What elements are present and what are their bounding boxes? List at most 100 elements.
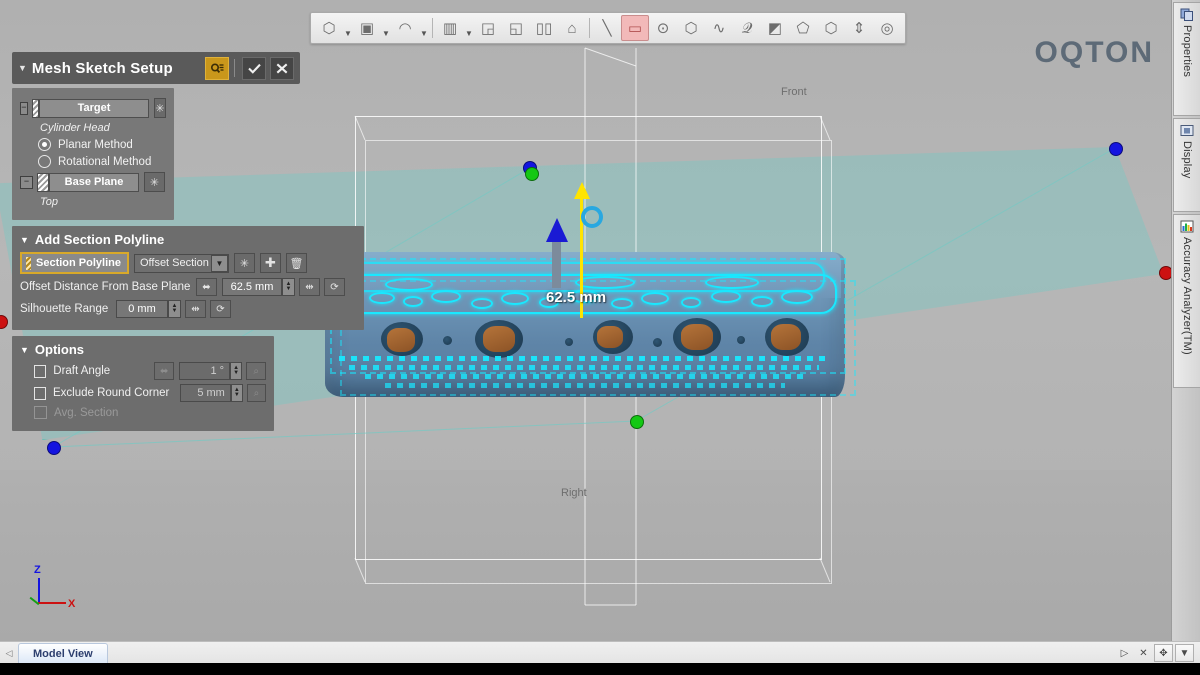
section-polyline-chip[interactable]: Section Polyline bbox=[20, 252, 129, 274]
plane-handle-bottom-left[interactable] bbox=[47, 441, 61, 455]
exclude-round-corner-row[interactable]: Exclude Round Corner 5 mm ▲ ▼ ⌕ bbox=[34, 384, 266, 402]
collapse-chevron-icon[interactable]: ▼ bbox=[18, 63, 27, 73]
rotational-method-radio[interactable] bbox=[38, 155, 51, 168]
plane-handle-bottom-center[interactable] bbox=[630, 415, 644, 429]
box-primitive-tool[interactable]: ▣ bbox=[353, 15, 381, 41]
offset-distance-input[interactable]: 62.5 mm bbox=[222, 278, 282, 296]
section-polyline-chip-label: Section Polyline bbox=[36, 257, 121, 269]
exclude-round-corner-input[interactable]: 5 mm bbox=[179, 384, 231, 402]
rectangle-sketch-tool[interactable]: ▭ bbox=[621, 15, 649, 41]
section-group-chevron-icon[interactable]: ▼ bbox=[20, 235, 29, 245]
exclude-round-corner-checkbox[interactable] bbox=[34, 386, 46, 400]
close-view-button[interactable]: ✕ bbox=[1135, 645, 1152, 661]
spline-sketch-tool[interactable]: ∿ bbox=[705, 15, 733, 41]
box-primitive-tool-dropdown-caret[interactable]: ▼ bbox=[381, 14, 391, 42]
axis-triad: Z X bbox=[22, 564, 76, 616]
plane-handle-center-top[interactable] bbox=[525, 167, 539, 181]
delete-section-icon[interactable]: 🗑 bbox=[285, 253, 307, 273]
rotation-ring-handle[interactable] bbox=[581, 206, 603, 228]
draft-angle-row[interactable]: Draft Angle ⬌ 1 ° ▲ ▼ ⌕ bbox=[34, 362, 266, 380]
draft-angle-checkbox[interactable] bbox=[34, 364, 47, 378]
mesh-primitive-tool-dropdown-caret[interactable]: ▼ bbox=[343, 14, 353, 42]
flip-direction-icon[interactable]: ⬌ bbox=[196, 278, 217, 296]
target-row[interactable]: − Target ✳ bbox=[20, 98, 166, 118]
sketch-toolbar[interactable]: ⬡ ▼ ▣ ▼ ◠ ▼ ▥ ▼ ◲ ◱ ▯▯ ⌂ ╲ ▭ ⊙ ⬡ ∿ 𝒬 ◩ ⬠ ⬡ ⇕ ◎ bbox=[310, 12, 906, 44]
line-sketch-tool[interactable]: ╲ bbox=[593, 15, 621, 41]
cancel-button[interactable] bbox=[270, 56, 294, 80]
offset-reset-icon[interactable]: ⟳ bbox=[324, 278, 345, 296]
tab-model-view[interactable]: Model View bbox=[18, 642, 108, 664]
bounding-box-tool-dropdown-caret[interactable]: ▼ bbox=[464, 14, 474, 42]
draft-angle-label: Draft Angle bbox=[53, 365, 111, 377]
fold-section-tool[interactable]: ◲ bbox=[474, 15, 502, 41]
planar-method-radio[interactable] bbox=[38, 138, 51, 151]
offset-sketch-tool[interactable]: ◩ bbox=[761, 15, 789, 41]
base-plane-hatch-icon bbox=[37, 172, 49, 192]
freehand-sketch-tool[interactable]: 𝒬 bbox=[733, 15, 761, 41]
options-title: Options bbox=[34, 342, 85, 357]
unfold-section-tool[interactable]: ◱ bbox=[502, 15, 530, 41]
collapse-toggle-icon[interactable]: − bbox=[20, 101, 28, 115]
header-divider bbox=[234, 59, 235, 77]
section-polyline-row[interactable]: Section Polyline Offset Section 1 ▼ ✳ ✚ … bbox=[20, 252, 356, 274]
base-plane-row[interactable]: − Base Plane ✳ bbox=[20, 172, 166, 192]
axis-z-label: Z bbox=[34, 564, 41, 576]
move-sketch-tool[interactable]: ⇕ bbox=[845, 15, 873, 41]
dock-tab-display[interactable]: Display bbox=[1173, 118, 1200, 212]
plane-handle-left[interactable] bbox=[0, 315, 8, 329]
options-title-row[interactable]: ▼ Options bbox=[20, 342, 266, 357]
silhouette-reset-icon[interactable]: ⟳ bbox=[210, 300, 231, 318]
visibility-tool[interactable]: ◎ bbox=[873, 15, 901, 41]
offset-distance-stepper[interactable]: ▲ ▼ bbox=[282, 278, 295, 296]
options-chevron-icon[interactable]: ▼ bbox=[20, 345, 29, 355]
options-list-icon[interactable] bbox=[205, 56, 229, 80]
base-plane-collapse-icon[interactable]: − bbox=[20, 175, 33, 189]
bounding-box-tool[interactable]: ▥ bbox=[436, 15, 464, 41]
dropdown-button[interactable]: ▼ bbox=[1175, 644, 1194, 662]
offset-section-combo[interactable]: Offset Section 1 ▼ bbox=[133, 253, 229, 273]
circle-sketch-tool[interactable]: ⊙ bbox=[649, 15, 677, 41]
target-clear-icon[interactable]: ✳ bbox=[154, 98, 166, 118]
add-section-icon[interactable]: ✚ bbox=[259, 253, 281, 273]
plane-handle-top-right[interactable] bbox=[1109, 142, 1123, 156]
mesh-primitive-tool[interactable]: ⬡ bbox=[315, 15, 343, 41]
silhouette-range-label: Silhouette Range bbox=[20, 303, 109, 315]
chevron-down-icon[interactable]: ▼ bbox=[210, 254, 228, 272]
offset-distance-row[interactable]: Offset Distance From Base Plane ⬌ 62.5 m… bbox=[20, 278, 356, 296]
polygon-sketch-tool[interactable]: ⬡ bbox=[677, 15, 705, 41]
extend-tool[interactable]: ⬡ bbox=[817, 15, 845, 41]
offset-measure-icon[interactable]: ⇹ bbox=[299, 278, 320, 296]
gizmo-z-shaft[interactable] bbox=[552, 240, 561, 288]
base-plane-clear-icon[interactable]: ✳ bbox=[144, 172, 165, 192]
draft-angle-stepper[interactable]: ▲ ▼ bbox=[230, 362, 243, 380]
options-group: ▼ Options Draft Angle ⬌ 1 ° ▲ ▼ ⌕ Exclude… bbox=[12, 336, 274, 431]
exclude-round-corner-stepper[interactable]: ▲ ▼ bbox=[230, 384, 243, 402]
confirm-button[interactable] bbox=[242, 56, 266, 80]
extrude-up-tool[interactable]: ⌂ bbox=[558, 15, 586, 41]
axis-x-label: X bbox=[68, 598, 76, 610]
silhouette-range-row[interactable]: Silhouette Range 0 mm ▲ ▼ ⇹ ⟳ bbox=[20, 300, 356, 318]
planar-method-label: Planar Method bbox=[58, 138, 133, 151]
silhouette-measure-icon[interactable]: ⇹ bbox=[185, 300, 206, 318]
method-planar-row[interactable]: Planar Method bbox=[38, 138, 166, 151]
statusbar-collapse-icon[interactable]: ◁ bbox=[0, 648, 18, 659]
arc-sweep-tool[interactable]: ◠ bbox=[391, 15, 419, 41]
dialog-header[interactable]: ▼ Mesh Sketch Setup bbox=[12, 52, 300, 84]
section-group-title-row[interactable]: ▼ Add Section Polyline bbox=[20, 232, 356, 247]
gizmo-z-arrow[interactable] bbox=[546, 218, 568, 242]
section-clear-icon[interactable]: ✳ bbox=[233, 253, 255, 273]
silhouette-range-input[interactable]: 0 mm bbox=[116, 300, 168, 318]
dock-tab-properties[interactable]: Properties bbox=[1173, 2, 1200, 116]
trim-tool[interactable]: ⬠ bbox=[789, 15, 817, 41]
play-button[interactable]: ▷ bbox=[1116, 645, 1133, 661]
mirror-tool[interactable]: ▯▯ bbox=[530, 15, 558, 41]
dock-tab-display-label: Display bbox=[1181, 141, 1193, 179]
silhouette-range-stepper[interactable]: ▲ ▼ bbox=[168, 300, 181, 318]
draft-angle-input[interactable]: 1 ° bbox=[179, 362, 231, 380]
dock-tab-accuracy-analyzer[interactable]: Accuracy Analyzer(TM) bbox=[1173, 214, 1200, 388]
arc-sweep-tool-dropdown-caret[interactable]: ▼ bbox=[419, 14, 429, 42]
base-plane-button[interactable]: Base Plane bbox=[49, 172, 139, 192]
method-rotational-row[interactable]: Rotational Method bbox=[38, 155, 166, 168]
target-button[interactable]: Target bbox=[39, 98, 150, 118]
pin-button[interactable]: ✥ bbox=[1154, 644, 1173, 662]
